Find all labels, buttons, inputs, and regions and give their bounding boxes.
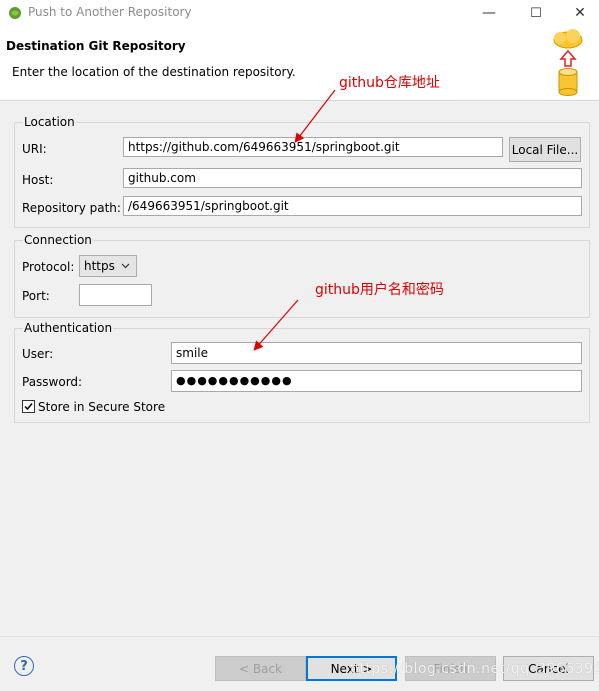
footer-separator	[0, 636, 599, 637]
password-input[interactable]: ●●●●●●●●●●●	[171, 370, 582, 392]
window-title: Push to Another Repository	[28, 5, 192, 19]
annotation-credentials: github用户名和密码	[315, 282, 444, 298]
user-label: User:	[22, 347, 54, 361]
local-file-button[interactable]: Local File...	[509, 137, 581, 162]
port-input[interactable]	[79, 284, 152, 306]
host-label: Host:	[22, 173, 54, 187]
uri-input[interactable]	[123, 137, 503, 157]
close-button[interactable]: ✕	[558, 0, 599, 26]
minimize-button[interactable]: —	[467, 0, 511, 26]
store-secure-label: Store in Secure Store	[38, 400, 166, 414]
uri-label: URI:	[22, 142, 47, 156]
help-icon[interactable]: ?	[14, 656, 34, 676]
user-input[interactable]	[171, 342, 582, 364]
protocol-select[interactable]: https	[79, 255, 137, 277]
protocol-value: https	[84, 259, 115, 273]
page-title: Destination Git Repository	[6, 39, 186, 53]
port-label: Port:	[22, 289, 50, 303]
chevron-down-icon	[121, 263, 130, 269]
password-label: Password:	[22, 375, 83, 389]
window-titlebar: Push to Another Repository — ☐ ✕	[0, 0, 599, 26]
protocol-label: Protocol:	[22, 260, 75, 274]
checkmark-icon	[24, 403, 33, 411]
connection-group	[14, 240, 590, 318]
store-secure-checkbox[interactable]	[22, 400, 35, 413]
header-separator	[0, 100, 599, 101]
page-description: Enter the location of the destination re…	[12, 65, 296, 79]
connection-legend: Connection	[23, 233, 93, 247]
annotation-repo-address: github仓库地址	[339, 75, 440, 91]
eclipse-app-icon	[9, 7, 21, 19]
cloud-database-push-icon	[553, 29, 583, 96]
host-input[interactable]	[123, 168, 582, 188]
location-legend: Location	[23, 115, 76, 129]
wizard-header: Destination Git Repository Enter the loc…	[0, 26, 599, 100]
maximize-button[interactable]: ☐	[514, 0, 558, 26]
watermark-text: https://blog.csdn.net/qq_39663951	[350, 661, 599, 677]
authentication-legend: Authentication	[23, 321, 114, 335]
repository-path-input[interactable]	[123, 196, 582, 216]
back-button[interactable]: < Back	[215, 656, 306, 681]
repository-path-label: Repository path:	[22, 201, 121, 215]
